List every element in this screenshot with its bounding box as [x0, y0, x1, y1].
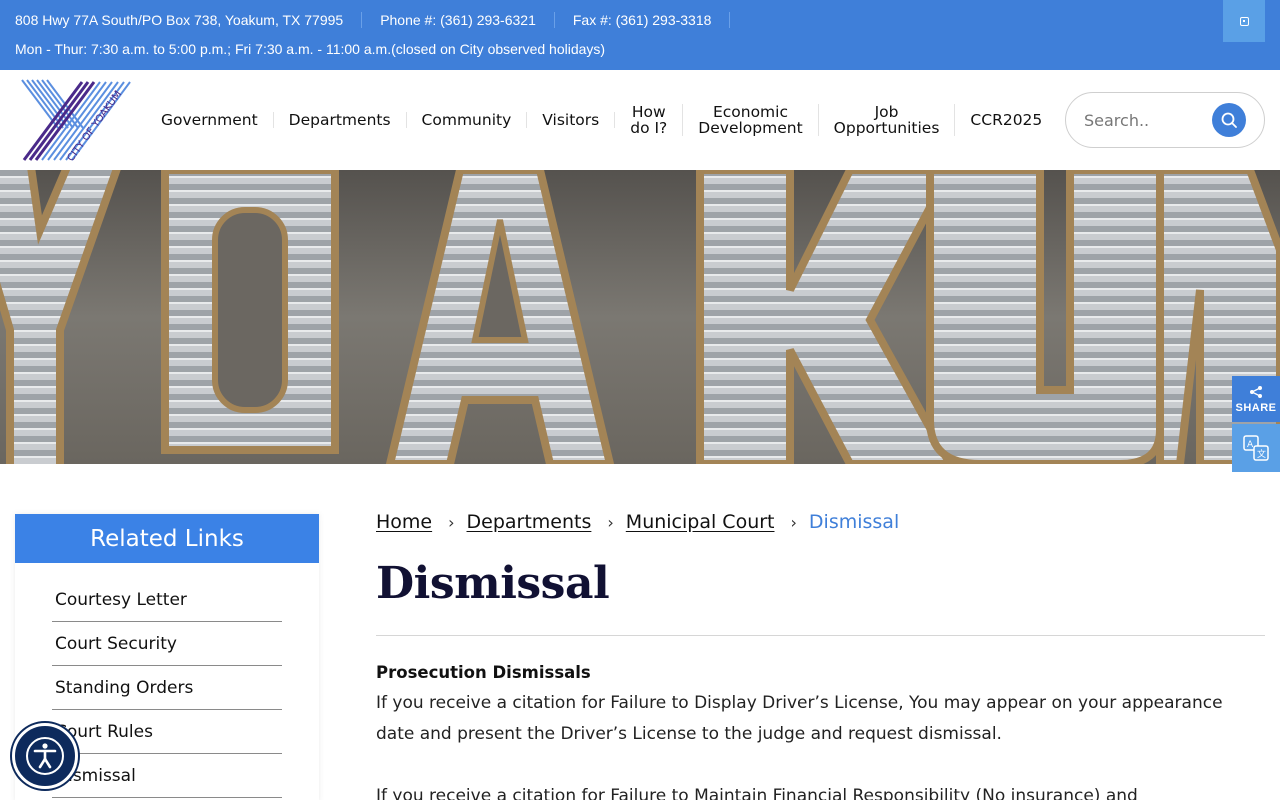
share-icon [1250, 385, 1262, 398]
related-link-courtesy-letter[interactable]: Courtesy Letter [52, 578, 282, 622]
site-header: CITY OF YOAKUM Government Departments Co… [0, 70, 1280, 170]
search-box [1065, 92, 1265, 148]
address-text: 808 Hwy 77A South/PO Box 738, Yoakum, TX… [15, 12, 363, 28]
main-nav: Government Departments Community Visitor… [146, 70, 1057, 170]
breadcrumb-home[interactable]: Home [376, 511, 432, 533]
breadcrumb-departments[interactable]: Departments [467, 511, 592, 533]
nav-ccr2025[interactable]: CCR2025 [955, 112, 1057, 128]
nav-government[interactable]: Government [146, 112, 274, 128]
translate-icon: A 文 [1243, 435, 1269, 461]
section-heading: Prosecution Dismissals [376, 663, 591, 682]
title-divider [376, 635, 1265, 636]
accessibility-icon [26, 737, 64, 775]
related-links-title: Related Links [15, 514, 319, 563]
share-button[interactable]: SHARE [1232, 376, 1280, 422]
svg-text:文: 文 [1257, 448, 1266, 460]
expand-icon [1239, 16, 1249, 26]
search-icon [1221, 112, 1237, 128]
related-link-court-security[interactable]: Court Security [52, 622, 282, 666]
nav-economic-development[interactable]: Economic Development [683, 104, 819, 136]
chevron-right-icon: › [790, 512, 797, 532]
nav-how-do-i[interactable]: How do I? [615, 104, 684, 136]
hero-banner [0, 170, 1280, 464]
topbar-toggle-button[interactable] [1223, 0, 1265, 42]
related-link-dismissal[interactable]: Dismissal [52, 754, 282, 798]
breadcrumb-municipal-court[interactable]: Municipal Court [626, 511, 775, 533]
page-title: Dismissal [376, 558, 610, 609]
nav-community[interactable]: Community [407, 112, 528, 128]
dismissal-paragraph-1: If you receive a citation for Failure to… [376, 693, 1223, 744]
contact-bar: 808 Hwy 77A South/PO Box 738, Yoakum, TX… [0, 0, 1280, 70]
phone-text[interactable]: Phone #: (361) 293-6321 [380, 12, 555, 28]
fax-text: Fax #: (361) 293-3318 [573, 12, 731, 28]
search-input[interactable] [1084, 108, 1214, 132]
chevron-right-icon: › [607, 512, 614, 532]
dismissal-paragraph-2: If you receive a citation for Failure to… [376, 786, 1138, 800]
related-link-court-rules[interactable]: Court Rules [52, 710, 282, 754]
yoakum-sign-image [0, 170, 1280, 464]
main-content: Home › Departments › Municipal Court › D… [376, 504, 1265, 800]
breadcrumb: Home › Departments › Municipal Court › D… [376, 504, 1265, 540]
chevron-right-icon: › [448, 512, 455, 532]
svg-text:A: A [1247, 440, 1254, 450]
yoakum-logo-icon: CITY OF YOAKUM [21, 79, 131, 164]
city-logo[interactable]: CITY OF YOAKUM [20, 76, 146, 166]
nav-job-opportunities[interactable]: Job Opportunities [819, 104, 956, 136]
breadcrumb-current: Dismissal [808, 511, 900, 533]
share-label: SHARE [1235, 401, 1277, 414]
accessibility-button[interactable] [12, 723, 78, 789]
nav-departments[interactable]: Departments [274, 112, 407, 128]
nav-visitors[interactable]: Visitors [527, 112, 616, 128]
translate-button[interactable]: A 文 [1232, 424, 1280, 472]
contact-row: 808 Hwy 77A South/PO Box 738, Yoakum, TX… [15, 12, 748, 28]
related-link-standing-orders[interactable]: Standing Orders [52, 666, 282, 710]
hours-text: Mon - Thur: 7:30 a.m. to 5:00 p.m.; Fri … [15, 41, 606, 57]
search-button[interactable] [1212, 103, 1246, 137]
